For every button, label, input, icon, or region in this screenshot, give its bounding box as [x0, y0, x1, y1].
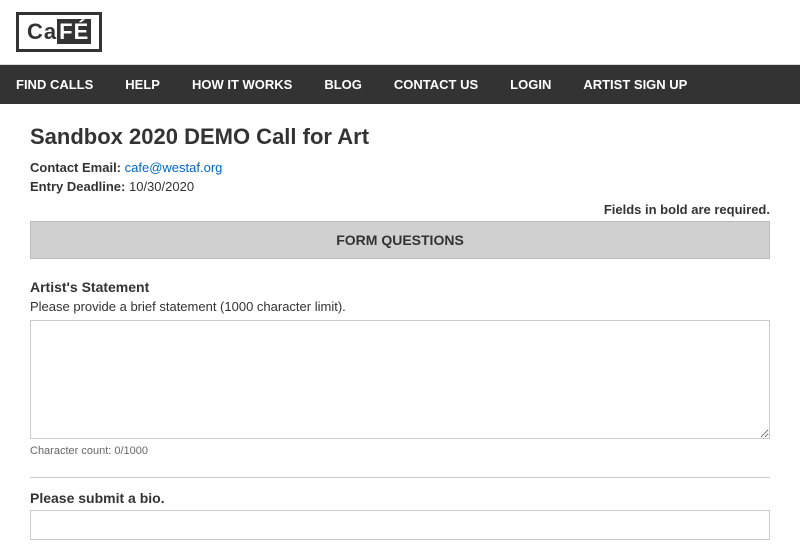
- deadline-value: 10/30/2020: [129, 179, 194, 194]
- logo-text: CaFÉ: [27, 19, 91, 45]
- nav-login[interactable]: LOGIN: [494, 65, 567, 104]
- artist-statement-hint: Please provide a brief statement (1000 c…: [30, 299, 770, 314]
- nav-contact-us[interactable]: CONTACT US: [378, 65, 494, 104]
- nav-artist-sign-up[interactable]: ARTIST SIGN UP: [567, 65, 703, 104]
- artist-statement-section: Artist's Statement Please provide a brie…: [30, 279, 770, 457]
- bio-section: Please submit a bio.: [30, 477, 770, 540]
- main-nav: FIND CALLS HELP HOW IT WORKS BLOG CONTAC…: [0, 65, 800, 104]
- required-note: Fields in bold are required.: [30, 202, 770, 217]
- deadline-label: Entry Deadline:: [30, 179, 125, 194]
- main-content: Sandbox 2020 DEMO Call for Art Contact E…: [0, 104, 800, 560]
- logo: CaFÉ: [16, 12, 102, 52]
- bio-label: Please submit a bio.: [30, 490, 770, 506]
- artist-statement-label: Artist's Statement: [30, 279, 770, 295]
- nav-help[interactable]: HELP: [109, 65, 176, 104]
- deadline-line: Entry Deadline: 10/30/2020: [30, 179, 770, 194]
- contact-email-line: Contact Email: cafe@westaf.org: [30, 160, 770, 175]
- page-title: Sandbox 2020 DEMO Call for Art: [30, 124, 770, 150]
- form-questions-header: FORM QUESTIONS: [30, 221, 770, 259]
- nav-blog[interactable]: BLOG: [308, 65, 378, 104]
- artist-statement-textarea[interactable]: [30, 320, 770, 439]
- char-count: Character count: 0/1000: [30, 445, 770, 457]
- bio-input[interactable]: [30, 510, 770, 540]
- header: CaFÉ: [0, 0, 800, 65]
- nav-find-calls[interactable]: FIND CALLS: [0, 65, 109, 104]
- contact-email-link[interactable]: cafe@westaf.org: [125, 160, 223, 175]
- nav-how-it-works[interactable]: HOW IT WORKS: [176, 65, 308, 104]
- contact-email-label: Contact Email:: [30, 160, 121, 175]
